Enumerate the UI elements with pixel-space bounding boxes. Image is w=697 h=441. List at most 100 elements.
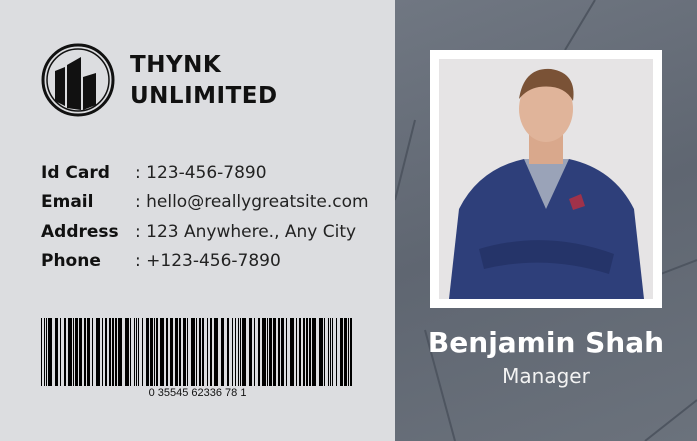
barcode-bar [150,318,153,386]
barcode-bar [55,318,58,386]
barcode-bar [242,318,246,386]
barcode-bar [48,318,52,386]
barcode-bar [324,318,325,386]
barcode-bar [254,318,255,386]
barcode-bar [102,318,103,386]
barcode-bar [196,318,197,386]
barcode-bar [232,318,233,386]
barcode-bar [115,318,117,386]
field-value: : hello@reallygreatsite.com [135,192,369,213]
barcode-bar [267,318,268,386]
info-row-address: Address : 123 Anywhere., Any City [41,217,369,247]
barcode-bar [286,318,287,386]
info-row-id: Id Card : 123-456-7890 [41,158,369,188]
barcode-bar [340,318,343,386]
person-role: Manager [502,364,590,388]
barcode-bar [138,318,139,386]
barcode-bar [136,318,137,386]
barcode-bar [92,318,93,386]
field-label: Email [41,192,94,213]
barcode-bar [183,318,186,386]
company-name-line2: UNLIMITED [130,83,278,109]
barcode-bar [166,318,168,386]
barcode-bar [125,318,129,386]
barcode-bar [249,318,252,386]
barcode-bar [207,318,208,386]
barcode-bar [235,318,236,386]
barcode-bar [154,318,155,386]
barcode-bar [214,318,218,386]
barcode-bar [319,318,323,386]
barcode-bar [221,318,224,386]
barcode-bar [170,318,173,386]
barcode-bar [309,318,311,386]
info-list: Id Card : 123-456-7890 Email : hello@reall… [41,158,369,276]
barcode-bar [146,318,149,386]
barcode-bar [156,318,158,386]
barcode-bar [109,318,111,386]
barcode-bar [118,318,122,386]
info-row-phone: Phone : +123-456-7890 [41,247,369,277]
company-logo-icon [41,43,115,117]
barcode-bar [312,318,316,386]
company-name: THYNK UNLIMITED [130,50,278,112]
barcode-bar [64,318,66,386]
barcode-bar [296,318,297,386]
field-value: : 123 Anywhere., Any City [135,221,357,242]
barcode-bar [202,318,204,386]
barcode-bar [348,318,349,386]
field-label: Address [41,221,119,242]
barcode-bar [306,318,308,386]
barcode-bar [87,318,90,386]
barcode-number: 0 35545 62336 78 1 [148,387,247,399]
barcode-bar [44,318,45,386]
barcode-bar [41,318,42,386]
info-row-email: Email : hello@reallygreatsite.com [41,188,369,218]
barcode-bar [350,318,352,386]
profile-photo [439,59,653,299]
barcode-bar [46,318,47,386]
barcode-bar [73,318,74,386]
barcode-bar [336,318,337,386]
barcode-bar [112,318,114,386]
barcode-bar [344,318,347,386]
barcode-bar [68,318,72,386]
barcode [41,318,352,386]
barcode-bar [187,318,188,386]
barcode-bar [75,318,78,386]
barcode-bar [84,318,86,386]
barcode-bar [96,318,100,386]
barcode-bar [105,318,107,386]
barcode-bar [142,318,143,386]
field-label: Phone [41,251,101,272]
barcode-bar [328,318,329,386]
barcode-bar [191,318,195,386]
barcode-bar [179,318,181,386]
field-value: : +123-456-7890 [135,251,281,272]
barcode-bar [332,318,333,386]
barcode-bar [199,318,201,386]
barcode-bar [210,318,212,386]
company-name-line1: THYNK [130,52,222,78]
barcode-bar [273,318,276,386]
barcode-bar [227,318,229,386]
barcode-bar [299,318,301,386]
barcode-bar [60,318,61,386]
barcode-bar [130,318,131,386]
barcode-bar [238,318,239,386]
barcode-bar [160,318,164,386]
photo-frame [430,50,662,308]
barcode-bar [269,318,272,386]
barcode-bar [278,318,280,386]
barcode-bar [303,318,305,386]
field-value: : 123-456-7890 [135,162,267,183]
barcode-bar [134,318,135,386]
field-label: Id Card [41,162,110,183]
barcode-bar [175,318,178,386]
barcode-bar [79,318,82,386]
person-silhouette [449,68,644,299]
barcode-bar [330,318,331,386]
barcode-bar [281,318,284,386]
barcode-bar [290,318,294,386]
barcode-bar [240,318,241,386]
